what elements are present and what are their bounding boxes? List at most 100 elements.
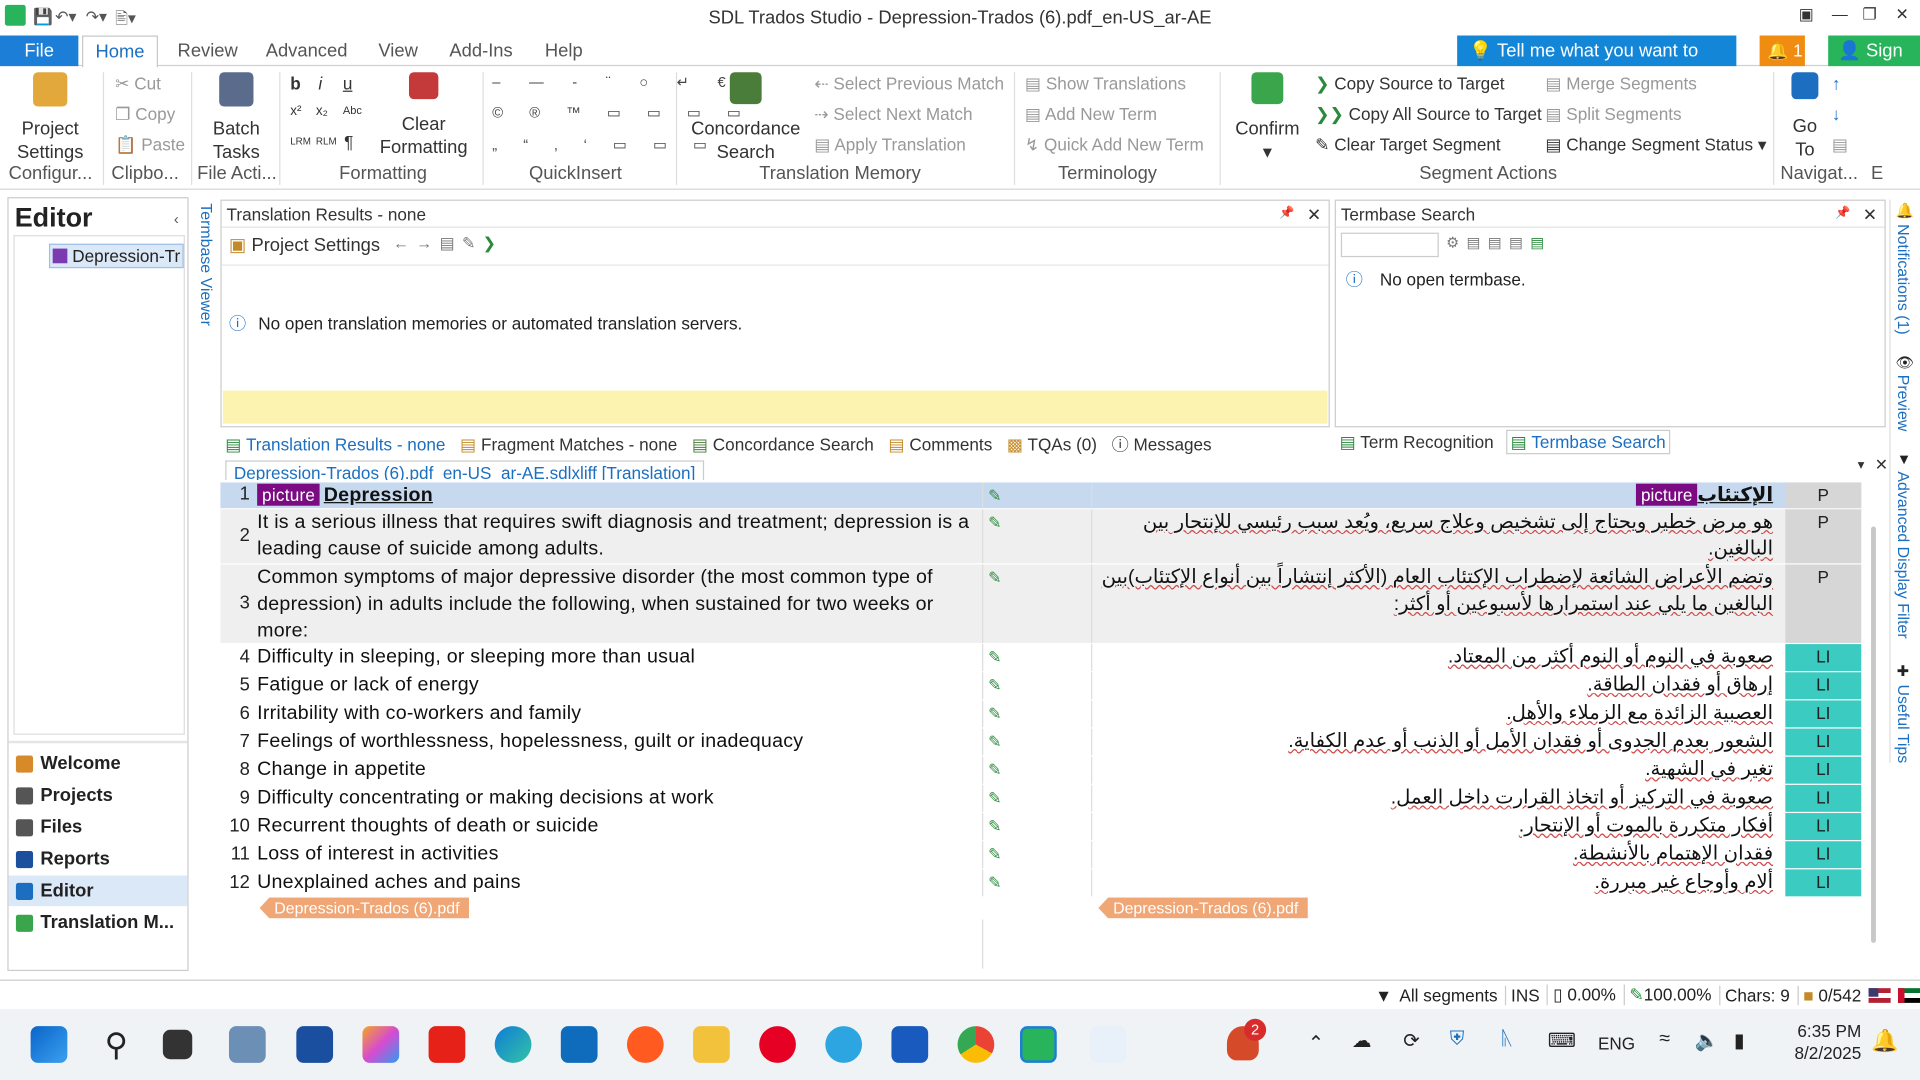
underline-button[interactable]: u	[343, 73, 353, 93]
cloud-icon[interactable]: ☁	[1352, 1029, 1372, 1053]
clear-target-segment-button[interactable]: ✎ Clear Target Segment	[1315, 135, 1501, 156]
termbase-viewer-tab[interactable]: Termbase Viewer	[197, 203, 215, 326]
target-cell[interactable]: الإكتئابpicture	[1092, 482, 1773, 509]
useful-tips-tab[interactable]: Useful Tips	[1894, 684, 1912, 763]
table-row[interactable]: 9 Difficulty concentrating or making deci…	[220, 784, 1862, 814]
edge-icon[interactable]	[494, 1026, 532, 1063]
close-icon[interactable]: ✕	[1896, 5, 1909, 25]
copy-source-to-target-button[interactable]: ❯ Copy Source to Target	[1315, 73, 1504, 94]
tab-advanced[interactable]: Advanced	[266, 40, 348, 61]
bluetooth-icon[interactable]: ᚣ	[1501, 1029, 1513, 1051]
sync-icon[interactable]: ⟳	[1403, 1029, 1419, 1053]
go-to-button[interactable]: Go To	[1782, 72, 1829, 161]
cut-button[interactable]: ✂ Cut	[115, 73, 161, 94]
confirm-button[interactable]: Confirm ▾	[1229, 72, 1305, 164]
tab-termbase-search[interactable]: ▤ Termbase Search	[1505, 429, 1671, 455]
tree-item-file[interactable]: Depression-Tr	[48, 243, 184, 269]
wifi-icon[interactable]: ≈	[1659, 1029, 1670, 1051]
pinterest-icon[interactable]	[759, 1026, 796, 1063]
tab-review[interactable]: Review	[178, 40, 238, 61]
table-row[interactable]: 6 Irritability with co-workers and family…	[220, 700, 1862, 729]
table-row[interactable]: 7 Feelings of worthlessness, hopelessness…	[220, 728, 1862, 757]
pilcrow-icon[interactable]: ¶	[344, 132, 353, 152]
table-row[interactable]: 2 It is a serious illness that requires s…	[220, 509, 1862, 565]
nav-reports[interactable]: Reports	[9, 844, 188, 875]
concordance-search-button[interactable]: Concordance Search	[688, 72, 803, 164]
nav-editor[interactable]: Editor	[8, 875, 188, 907]
paste-button[interactable]: 📋 Paste	[115, 135, 185, 156]
language-indicator[interactable]: ENG	[1598, 1033, 1635, 1053]
table-row[interactable]: 8 Change in appetite ✎ تغير في الشهية. LI	[220, 756, 1862, 785]
windows-start-icon[interactable]	[30, 1026, 68, 1063]
restore-icon[interactable]: ❐	[1862, 5, 1876, 25]
clock[interactable]: 6:35 PM 8/2/2025	[1790, 1021, 1862, 1063]
tab-messages[interactable]: ⓘ Messages	[1112, 435, 1212, 455]
target-cell[interactable]: ألام وأوجاع غير مبررة.	[1092, 869, 1774, 896]
nav-translation-memories[interactable]: Translation M...	[9, 907, 188, 938]
source-cell[interactable]: Change in appetite	[257, 757, 979, 784]
tab-comments[interactable]: ▤ Comments	[888, 435, 992, 455]
target-cell[interactable]: وتضم الأعراض الشائعة لإضطراب الإكتئاب ال…	[1092, 564, 1773, 618]
change-segment-status-button[interactable]: ▤ Change Segment Status ▾	[1545, 135, 1766, 156]
pin-icon[interactable]: 📌	[1279, 201, 1294, 228]
ltr-button[interactable]: LRM	[290, 136, 311, 147]
table-row[interactable]: 3 Common symptoms of major depressive dis…	[220, 564, 1862, 645]
source-cell[interactable]: Loss of interest in activities	[257, 841, 979, 868]
source-cell[interactable]: Recurrent thoughts of death or suicide	[257, 813, 979, 840]
tab-term-recognition[interactable]: ▤ Term Recognition	[1340, 432, 1494, 452]
telegram-icon[interactable]	[825, 1026, 863, 1063]
tab-help[interactable]: Help	[545, 40, 583, 61]
termbase-search-input[interactable]	[1340, 232, 1439, 258]
target-cell[interactable]: العصبية الزائدة مع الزملاء والأهل.	[1092, 700, 1773, 727]
soundcloud-icon[interactable]	[626, 1026, 664, 1063]
notifications-button[interactable]: 🔔 1	[1759, 35, 1805, 67]
source-cell[interactable]: Difficulty in sleeping, or sleeping more…	[257, 644, 979, 671]
notifications-side-tab[interactable]: Notifications (1)	[1894, 224, 1912, 335]
target-cell[interactable]: أفكار متكررة بالموت أو الإنتحار.	[1092, 813, 1773, 840]
keyboard-icon[interactable]: ⌨	[1548, 1029, 1576, 1053]
tab-concordance-search[interactable]: ▤ Concordance Search	[692, 435, 874, 455]
clear-formatting-button[interactable]: Clear Formatting	[372, 72, 475, 159]
volume-icon[interactable]: 🔈	[1695, 1029, 1719, 1053]
vertical-scrollbar[interactable]	[1871, 526, 1876, 943]
arrow-up-icon[interactable]: ↑	[1832, 73, 1841, 93]
file-tab[interactable]: File	[0, 35, 79, 67]
bookmark-icon[interactable]: ▤	[1832, 135, 1848, 156]
small-caps-button[interactable]: Abc	[343, 104, 362, 116]
table-row[interactable]: 5 Fatigue or lack of energy ✎ إرهاق أو فقدا…	[220, 672, 1862, 701]
add-new-term-button[interactable]: ▤ Add New Term	[1025, 104, 1157, 125]
chevron-up-icon[interactable]: ⌃	[1308, 1031, 1324, 1055]
defender-icon[interactable]: ⛨	[1450, 1029, 1465, 1051]
chrome-icon[interactable]	[957, 1026, 995, 1063]
advanced-display-filter-tab[interactable]: Advanced Display Filter	[1894, 471, 1912, 638]
calculator-icon[interactable]	[228, 1026, 266, 1063]
outlook-icon[interactable]	[560, 1026, 598, 1063]
target-cell[interactable]: هو مرض خطير ويحتاج إلى تشخيص وعلاج سريع،…	[1092, 509, 1773, 563]
notification-center-icon[interactable]: 🔔	[1871, 1029, 1898, 1055]
source-cell[interactable]: picture Depression	[257, 482, 979, 509]
target-cell[interactable]: الشعور بعدم الجدوى أو فقدان الأمل أو الذ…	[1092, 729, 1773, 756]
superscript-button[interactable]: x²	[290, 104, 301, 119]
tab-fragment-matches[interactable]: ▤ Fragment Matches - none	[460, 435, 677, 455]
tab-home[interactable]: Home	[82, 35, 158, 68]
store-icon[interactable]	[296, 1026, 334, 1063]
tab-translation-results[interactable]: ▤ Translation Results - none	[225, 435, 445, 455]
tab-tqas[interactable]: ▩ TQAs (0)	[1007, 435, 1097, 455]
source-cell[interactable]: Difficulty concentrating or making decis…	[257, 785, 979, 812]
target-cell[interactable]: صعوبة في التركيز أو اتخاذ القرارت داخل ا…	[1092, 785, 1773, 812]
preview-side-tab[interactable]: Preview	[1894, 375, 1912, 432]
document-menu-icon[interactable]: ▾	[1858, 457, 1865, 473]
target-cell[interactable]: تغير في الشهية.	[1092, 757, 1773, 784]
source-cell[interactable]: Unexplained aches and pains	[257, 869, 979, 896]
project-settings-link[interactable]: ▣ Project Settings	[229, 234, 380, 256]
close-icon[interactable]: ✕	[1863, 201, 1877, 228]
quick-add-new-term-button[interactable]: ↯ Quick Add New Term	[1025, 135, 1204, 156]
tab-view[interactable]: View	[378, 40, 417, 61]
project-settings-button[interactable]: Project Settings	[12, 72, 88, 164]
select-previous-match-button[interactable]: ⇠ Select Previous Match	[814, 73, 1004, 94]
table-row[interactable]: 12 Unexplained aches and pains ✎ ألام وأوجا…	[220, 869, 1862, 898]
tab-add-ins[interactable]: Add-Ins	[449, 40, 512, 61]
battery-icon[interactable]: ▮	[1734, 1029, 1745, 1053]
pin-icon[interactable]: 📌	[1835, 201, 1850, 228]
close-document-icon[interactable]: ✕	[1875, 456, 1888, 476]
